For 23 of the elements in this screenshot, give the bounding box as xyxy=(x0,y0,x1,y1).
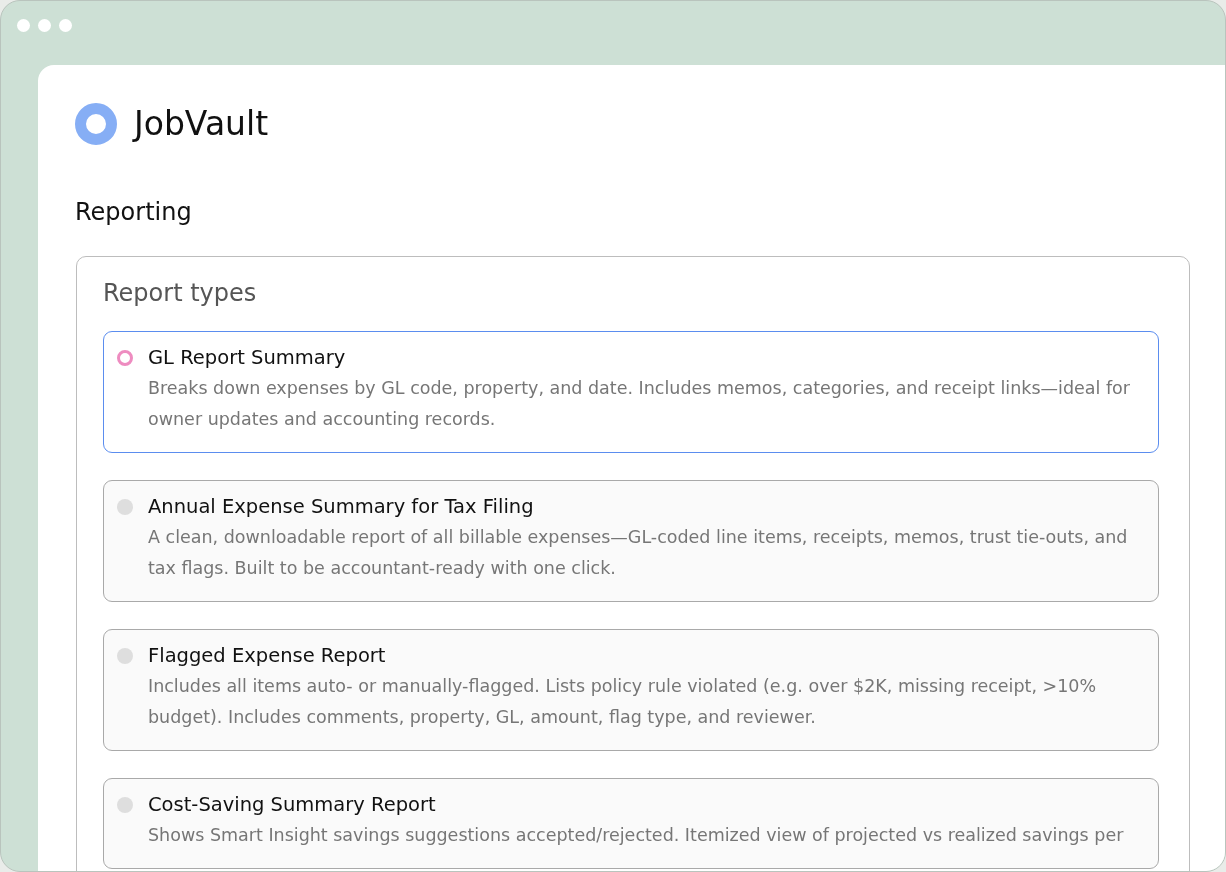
report-option-card[interactable] xyxy=(103,480,1159,602)
option-description: Shows Smart Insight savings suggestions accepted/rejected. Itemized view of projected vs realized savings per xyxy=(148,824,1125,847)
radio-button[interactable] xyxy=(117,499,133,515)
page-title: Reporting xyxy=(75,197,193,227)
radio-button[interactable] xyxy=(117,648,133,664)
window-control-icon[interactable] xyxy=(38,19,51,32)
option-title: Cost-Saving Summary Report xyxy=(148,792,437,818)
option-description: Breaks down expenses by GL code, property, and date. Includes memos, categories, and receipt links—ideal for owner updates and accounting records. xyxy=(148,377,1131,431)
option-description: A clean, downloadable report of all billable expenses—GL-coded line items, receipts, memos, trust tie-outs, and tax flags. Built to be accountant-ready with one click. xyxy=(148,526,1129,580)
section-title: Report types xyxy=(103,278,258,308)
report-option-card[interactable]: Cost-Saving Summary Report Shows Smart Insight savings suggestions accepted/rejected. Itemized view of projected vs realized savings per xyxy=(103,778,1159,869)
window-control-icon[interactable] xyxy=(17,19,30,32)
option-title: GL Report Summary xyxy=(148,345,347,371)
radio-button[interactable] xyxy=(117,350,133,366)
report-option-card[interactable] xyxy=(103,629,1159,751)
report-option-card[interactable]: GL Report Summary Breaks down expenses by GL code, property, and date. Includes memos, categories, and receipt links—ideal for owner updates and accounting records. xyxy=(103,331,1159,453)
option-title: Annual Expense Summary for Tax Filing xyxy=(148,494,535,520)
window-control-icon[interactable] xyxy=(59,19,72,32)
option-description: Includes all items auto- or manually-flagged. Lists policy rule violated (e.g. over $2K, missing receipt, >10% budget). Includes comments, property, GL, amount, flag type, and reviewer. xyxy=(148,675,1098,729)
option-title: Flagged Expense Report xyxy=(148,643,387,669)
radio-button[interactable] xyxy=(117,797,133,813)
ring-logo-icon xyxy=(75,103,117,145)
app-name: JobVault xyxy=(134,104,269,144)
